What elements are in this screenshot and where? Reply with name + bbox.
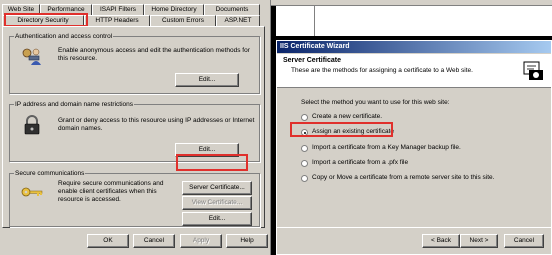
tab-http-headers[interactable]: HTTP Headers — [84, 15, 150, 26]
radio-copy-move-remote[interactable] — [301, 175, 308, 182]
wizard-title: IIS Certificate Wizard — [277, 41, 551, 53]
tab-home-directory[interactable]: Home Directory — [144, 4, 204, 15]
key-icon — [20, 182, 44, 202]
view-certificate-button[interactable]: View Certificate... — [182, 196, 252, 210]
cancel-button[interactable]: Cancel — [133, 234, 175, 248]
wizard-header: Server Certificate These are the methods… — [277, 54, 551, 88]
tab-documents[interactable]: Documents — [204, 4, 260, 15]
secure-edit-button[interactable]: Edit... — [182, 212, 252, 226]
radio-import-pfx[interactable] — [301, 160, 308, 167]
tab-asp-net[interactable]: ASP.NET — [216, 15, 260, 26]
option-create-new[interactable]: Create a new certificate. — [312, 113, 382, 121]
wizard-header-title: Server Certificate — [283, 57, 341, 64]
ip-description: Grant or deny access to this resource us… — [58, 117, 255, 132]
back-button[interactable]: < Back — [422, 234, 460, 248]
method-prompt: Select the method you want to use for th… — [301, 99, 450, 106]
help-button[interactable]: Help — [226, 234, 268, 248]
auth-group: Authentication and access control Enable… — [9, 32, 260, 94]
highlight-assign-existing — [290, 122, 393, 137]
auth-description: Enable anonymous access and edit the aut… — [58, 47, 250, 62]
secure-description: Require secure communications and enable… — [58, 180, 164, 203]
highlight-directory-security-tab — [4, 13, 88, 27]
wizard-header-subtitle: These are the methods for assigning a ce… — [291, 67, 473, 74]
certificate-icon — [521, 58, 545, 82]
lock-icon — [20, 115, 44, 135]
wizard-cancel-button[interactable]: Cancel — [504, 234, 544, 248]
highlight-server-certificate — [176, 154, 248, 171]
background-window-area — [276, 6, 552, 36]
secure-group-title: Secure communications — [14, 169, 86, 178]
directory-security-panel: Authentication and access control Enable… — [2, 26, 265, 228]
radio-import-key-manager[interactable] — [301, 145, 308, 152]
tab-custom-errors[interactable]: Custom Errors — [150, 15, 216, 26]
ip-group-title: IP address and domain name restrictions — [14, 100, 135, 109]
server-certificate-button[interactable]: Server Certificate... — [182, 181, 252, 195]
wizard-footer-divider — [277, 227, 551, 228]
option-copy-move-remote[interactable]: Copy or Move a certificate from a remote… — [312, 174, 494, 182]
ok-button[interactable]: OK — [87, 234, 129, 248]
tab-isapi-filters[interactable]: ISAPI Filters — [92, 4, 144, 15]
next-button[interactable]: Next > — [460, 234, 498, 248]
option-import-key-manager[interactable]: Import a certificate from a Key Manager … — [312, 144, 461, 152]
auth-group-title: Authentication and access control — [14, 32, 114, 41]
option-import-pfx[interactable]: Import a certificate from a .pfx file — [312, 159, 408, 167]
secure-comm-group: Secure communications Require secure com… — [9, 169, 260, 227]
radio-create-new[interactable] — [301, 114, 308, 121]
auth-edit-button[interactable]: Edit... — [175, 73, 239, 87]
web-site-properties-dialog: Web Site Performance ISAPI Filters Home … — [0, 0, 271, 255]
key-user-icon — [20, 47, 44, 67]
apply-button[interactable]: Apply — [180, 234, 222, 248]
iis-certificate-wizard: IIS Certificate Wizard Server Certificat… — [276, 40, 552, 255]
